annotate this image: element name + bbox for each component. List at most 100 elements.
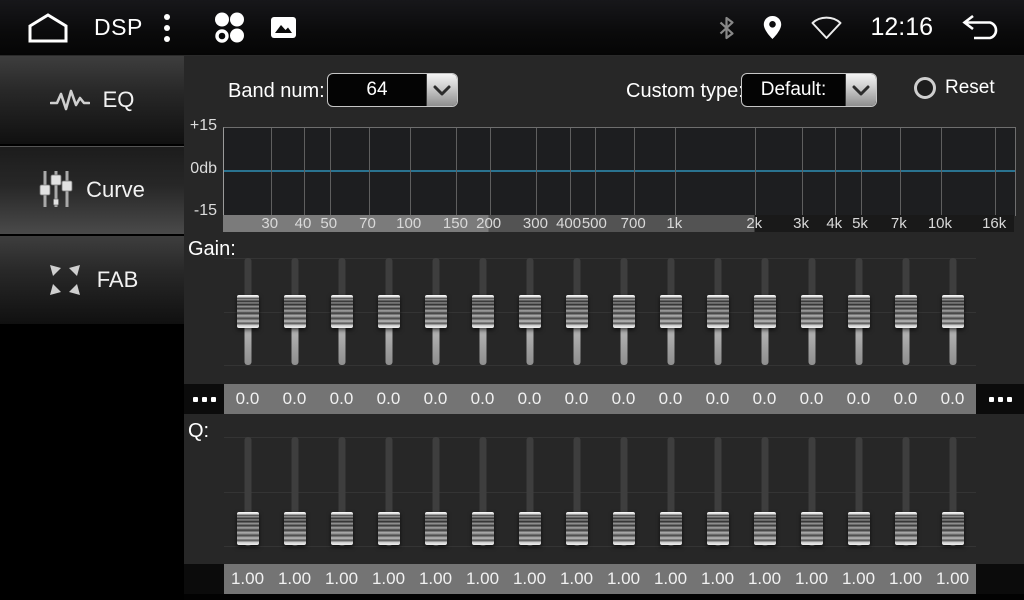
dsp-screen: DSP 12:16 bbox=[0, 0, 1024, 600]
q-slider[interactable] bbox=[224, 430, 271, 564]
y-tick-label: 0db bbox=[184, 160, 217, 178]
q-slider-thumb[interactable] bbox=[942, 512, 964, 545]
gain-slider[interactable] bbox=[459, 252, 506, 384]
gain-slider[interactable] bbox=[271, 252, 318, 384]
status-bar: DSP 12:16 bbox=[0, 0, 1024, 56]
gain-slider[interactable] bbox=[506, 252, 553, 384]
q-slider[interactable] bbox=[929, 430, 976, 564]
q-slider-thumb[interactable] bbox=[754, 512, 776, 545]
gain-slider-thumb[interactable] bbox=[425, 295, 447, 328]
home-icon[interactable] bbox=[26, 12, 70, 44]
chart-gridline bbox=[304, 128, 305, 216]
eq-curve-chart bbox=[223, 127, 1016, 216]
q-slider-thumb[interactable] bbox=[801, 512, 823, 545]
chart-gridline bbox=[941, 128, 942, 216]
q-slider[interactable] bbox=[788, 430, 835, 564]
chart-gridline bbox=[490, 128, 491, 216]
q-slider-thumb[interactable] bbox=[707, 512, 729, 545]
gain-slider[interactable] bbox=[412, 252, 459, 384]
sidebar-item-curve[interactable]: Curve bbox=[0, 146, 184, 234]
q-slider-thumb[interactable] bbox=[331, 512, 353, 545]
q-slider[interactable] bbox=[741, 430, 788, 564]
q-slider[interactable] bbox=[271, 430, 318, 564]
q-slider[interactable] bbox=[600, 430, 647, 564]
gain-value: 0.0 bbox=[600, 384, 647, 414]
reset-button[interactable]: Reset bbox=[914, 77, 995, 99]
gain-scroll-left-button[interactable] bbox=[184, 384, 224, 414]
gain-slider-thumb[interactable] bbox=[237, 295, 259, 328]
gain-slider[interactable] bbox=[647, 252, 694, 384]
freq-tick-label: 7k bbox=[891, 215, 907, 232]
q-slider-thumb[interactable] bbox=[660, 512, 682, 545]
q-values: 1.001.001.001.001.001.001.001.001.001.00… bbox=[224, 564, 976, 594]
apps-icon[interactable] bbox=[211, 11, 247, 45]
q-slider-thumb[interactable] bbox=[284, 512, 306, 545]
chevron-down-icon[interactable] bbox=[845, 74, 876, 106]
q-slider[interactable] bbox=[694, 430, 741, 564]
chevron-down-icon[interactable] bbox=[426, 74, 457, 106]
gain-slider-thumb[interactable] bbox=[707, 295, 729, 328]
gain-slider-thumb[interactable] bbox=[754, 295, 776, 328]
gain-slider-thumb[interactable] bbox=[284, 295, 306, 328]
gain-slider-thumb[interactable] bbox=[660, 295, 682, 328]
gain-slider-thumb[interactable] bbox=[801, 295, 823, 328]
chart-gridline bbox=[536, 128, 537, 216]
freq-tick-label: 50 bbox=[320, 215, 337, 232]
overflow-menu-icon[interactable] bbox=[163, 13, 171, 43]
q-slider[interactable] bbox=[835, 430, 882, 564]
q-slider[interactable] bbox=[318, 430, 365, 564]
gain-value: 0.0 bbox=[929, 384, 976, 414]
gain-slider[interactable] bbox=[835, 252, 882, 384]
q-slider-thumb[interactable] bbox=[472, 512, 494, 545]
gallery-icon[interactable] bbox=[271, 17, 296, 38]
gain-slider-thumb[interactable] bbox=[472, 295, 494, 328]
gain-slider[interactable] bbox=[882, 252, 929, 384]
gain-slider-thumb[interactable] bbox=[942, 295, 964, 328]
chart-gridline bbox=[595, 128, 596, 216]
q-slider[interactable] bbox=[553, 430, 600, 564]
q-value: 1.00 bbox=[318, 564, 365, 594]
gain-slider-thumb[interactable] bbox=[613, 295, 635, 328]
gain-slider[interactable] bbox=[741, 252, 788, 384]
back-icon[interactable] bbox=[960, 14, 1002, 41]
q-slider[interactable] bbox=[506, 430, 553, 564]
gain-slider-thumb[interactable] bbox=[378, 295, 400, 328]
sidebar-item-label: EQ bbox=[103, 87, 135, 113]
chart-gridline bbox=[634, 128, 635, 216]
q-slider[interactable] bbox=[412, 430, 459, 564]
gain-value: 0.0 bbox=[741, 384, 788, 414]
q-slider-thumb[interactable] bbox=[895, 512, 917, 545]
q-slider-thumb[interactable] bbox=[378, 512, 400, 545]
gain-value: 0.0 bbox=[882, 384, 929, 414]
q-slider-thumb[interactable] bbox=[237, 512, 259, 545]
q-slider-thumb[interactable] bbox=[519, 512, 541, 545]
gain-slider-thumb[interactable] bbox=[895, 295, 917, 328]
gain-slider[interactable] bbox=[224, 252, 271, 384]
q-slider[interactable] bbox=[882, 430, 929, 564]
q-value: 1.00 bbox=[694, 564, 741, 594]
gain-slider[interactable] bbox=[365, 252, 412, 384]
gain-slider-thumb[interactable] bbox=[331, 295, 353, 328]
q-slider[interactable] bbox=[459, 430, 506, 564]
sidebar-item-fab[interactable]: FAB bbox=[0, 236, 184, 324]
gain-slider[interactable] bbox=[929, 252, 976, 384]
q-slider-thumb[interactable] bbox=[613, 512, 635, 545]
gain-slider-thumb[interactable] bbox=[848, 295, 870, 328]
q-slider-thumb[interactable] bbox=[566, 512, 588, 545]
gain-slider-thumb[interactable] bbox=[566, 295, 588, 328]
gain-slider[interactable] bbox=[553, 252, 600, 384]
custom-type-select[interactable]: Default: bbox=[741, 73, 877, 107]
q-slider[interactable] bbox=[365, 430, 412, 564]
q-value: 1.00 bbox=[647, 564, 694, 594]
q-slider-thumb[interactable] bbox=[848, 512, 870, 545]
gain-slider[interactable] bbox=[600, 252, 647, 384]
gain-slider-thumb[interactable] bbox=[519, 295, 541, 328]
gain-slider[interactable] bbox=[788, 252, 835, 384]
q-slider-thumb[interactable] bbox=[425, 512, 447, 545]
gain-slider[interactable] bbox=[318, 252, 365, 384]
sidebar-item-eq[interactable]: EQ bbox=[0, 56, 184, 144]
gain-scroll-right-button[interactable] bbox=[976, 384, 1024, 414]
band-num-select[interactable]: 64 bbox=[327, 73, 458, 107]
q-slider[interactable] bbox=[647, 430, 694, 564]
gain-slider[interactable] bbox=[694, 252, 741, 384]
